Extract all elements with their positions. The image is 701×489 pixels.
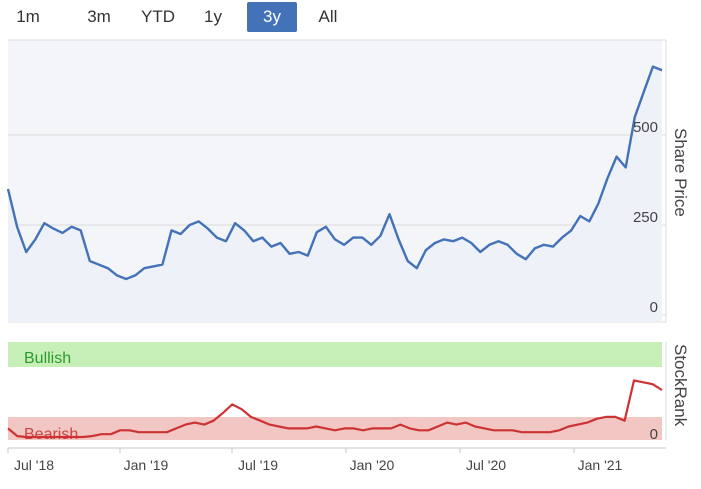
x-tick-label: Jul '18 — [14, 457, 54, 473]
price-tick-label: 500 — [633, 119, 658, 136]
stockrank-tick-label: 0 — [650, 426, 658, 443]
price-axis-label: Share Price — [671, 128, 690, 217]
x-axis-ticks: Jul '18 Jan '19 Jul '19 Jan '20 Jul '20 Jan '… — [7, 448, 623, 473]
bullish-label: Bullish — [24, 350, 71, 367]
price-tick-label: 0 — [650, 299, 658, 316]
share-price-chart: 0 250 500 Share Price Bullish Bearish 0 St… — [6, 39, 690, 473]
stockrank-axis-label: StockRank — [671, 344, 690, 427]
x-tick-label: Jul '19 — [238, 457, 278, 473]
x-tick-label: Jul '20 — [466, 457, 506, 473]
price-tick-label: 250 — [633, 209, 658, 226]
bullish-band — [8, 342, 662, 367]
x-tick-label: Jan '21 — [578, 457, 623, 473]
bearish-label: Bearish — [24, 426, 78, 443]
x-tick-label: Jan '20 — [350, 457, 395, 473]
x-tick-label: Jan '19 — [124, 457, 169, 473]
